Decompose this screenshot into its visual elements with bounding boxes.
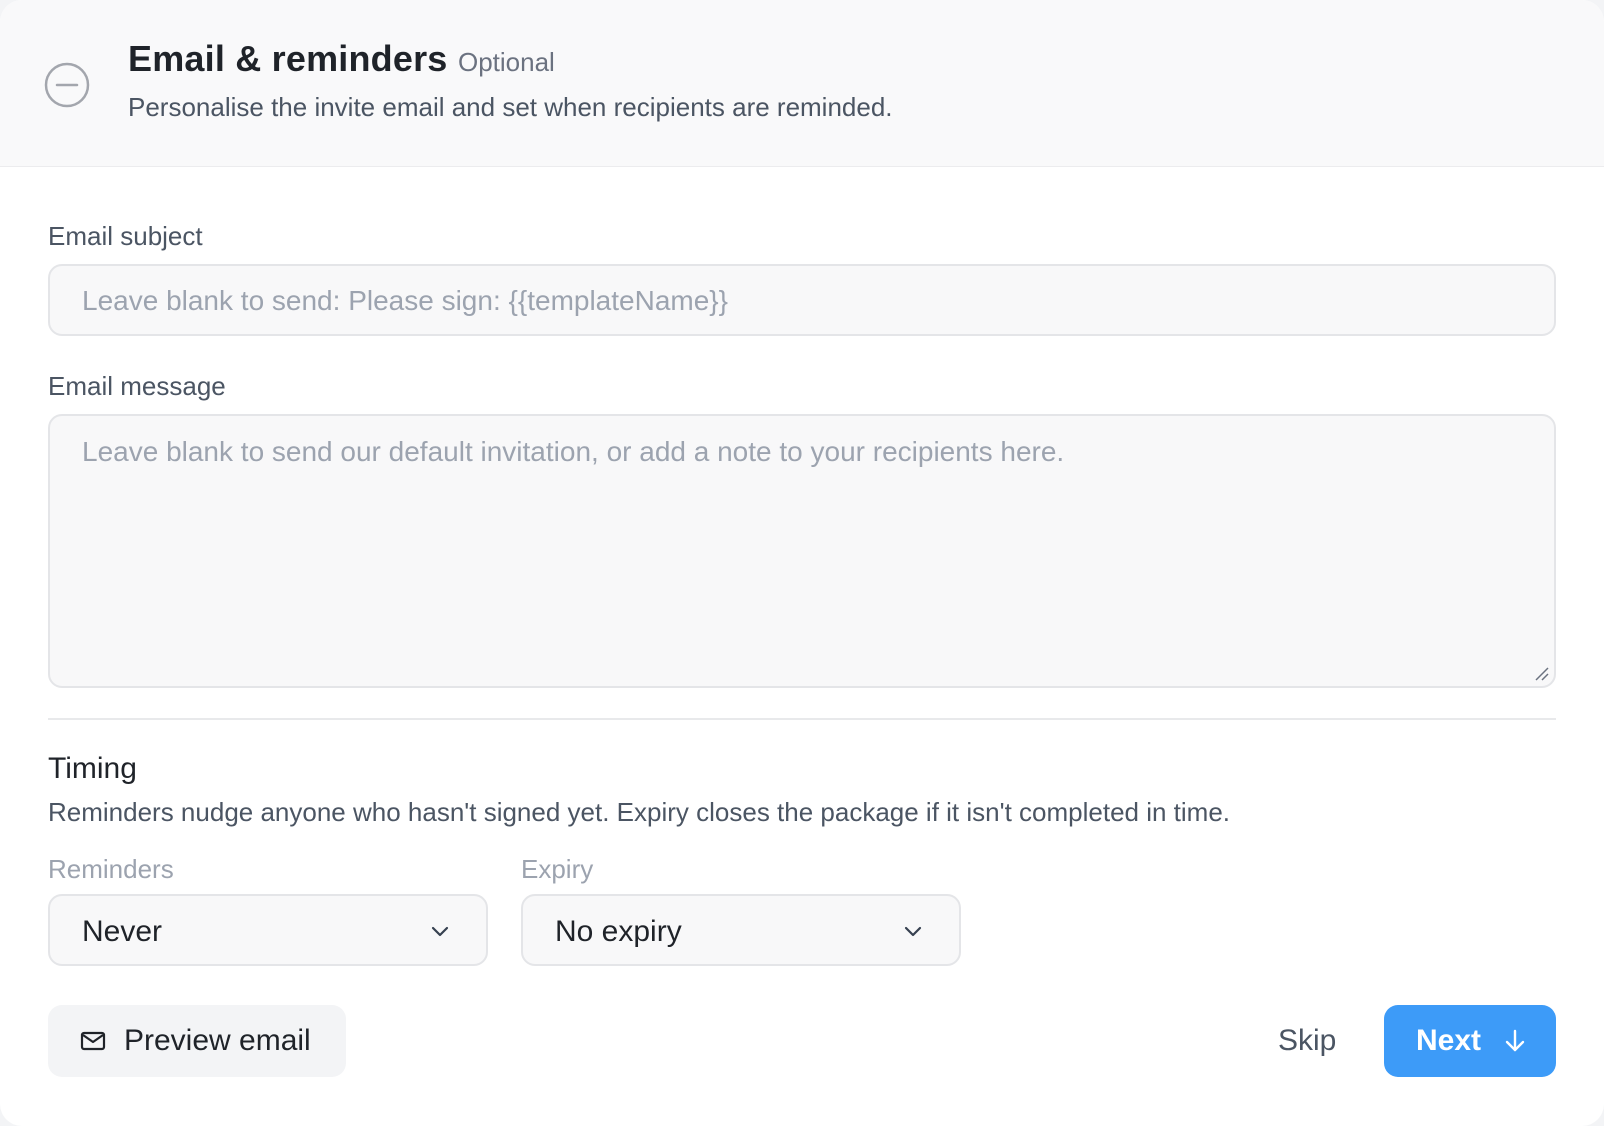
email-subject-input[interactable]: Leave blank to send: Please sign: {{temp… [48,264,1556,336]
resize-grip-icon[interactable] [1534,666,1550,682]
email-reminders-card: Email & reminders Optional Personalise t… [0,0,1604,1126]
email-subject-placeholder: Leave blank to send: Please sign: {{temp… [82,285,728,316]
section-header: Email & reminders Optional Personalise t… [0,0,1604,167]
email-message-placeholder: Leave blank to send our default invitati… [82,436,1065,467]
chevron-down-icon [904,926,922,937]
reminders-select[interactable]: Never [48,894,488,966]
timing-description: Reminders nudge anyone who hasn't signed… [48,797,1231,827]
reminders-selected-value: Never [82,915,163,948]
skip-button[interactable]: Skip [1278,1024,1336,1058]
expiry-select[interactable]: No expiry [521,894,961,966]
minus-circle-icon [44,62,90,108]
reminders-label: Reminders [48,854,174,884]
title-row: Email & reminders Optional [128,38,555,80]
next-label: Next [1416,1024,1482,1057]
optional-tag: Optional [457,47,555,77]
expiry-selected-value: No expiry [555,915,682,948]
expiry-label: Expiry [521,854,594,884]
chevron-down-icon [431,926,449,937]
mail-icon [80,1031,106,1051]
preview-email-label: Preview email [124,1024,311,1057]
section-title: Email & reminders [128,38,448,79]
section-divider [48,718,1556,720]
email-message-textarea[interactable]: Leave blank to send our default invitati… [48,414,1556,688]
arrow-down-icon [1505,1029,1525,1052]
preview-email-button[interactable]: Preview email [48,1005,346,1077]
next-button[interactable]: Next [1384,1005,1556,1077]
email-message-label: Email message [48,371,226,401]
email-subject-label: Email subject [48,221,203,251]
section-subtitle: Personalise the invite email and set whe… [128,92,893,122]
timing-title: Timing [48,752,137,785]
